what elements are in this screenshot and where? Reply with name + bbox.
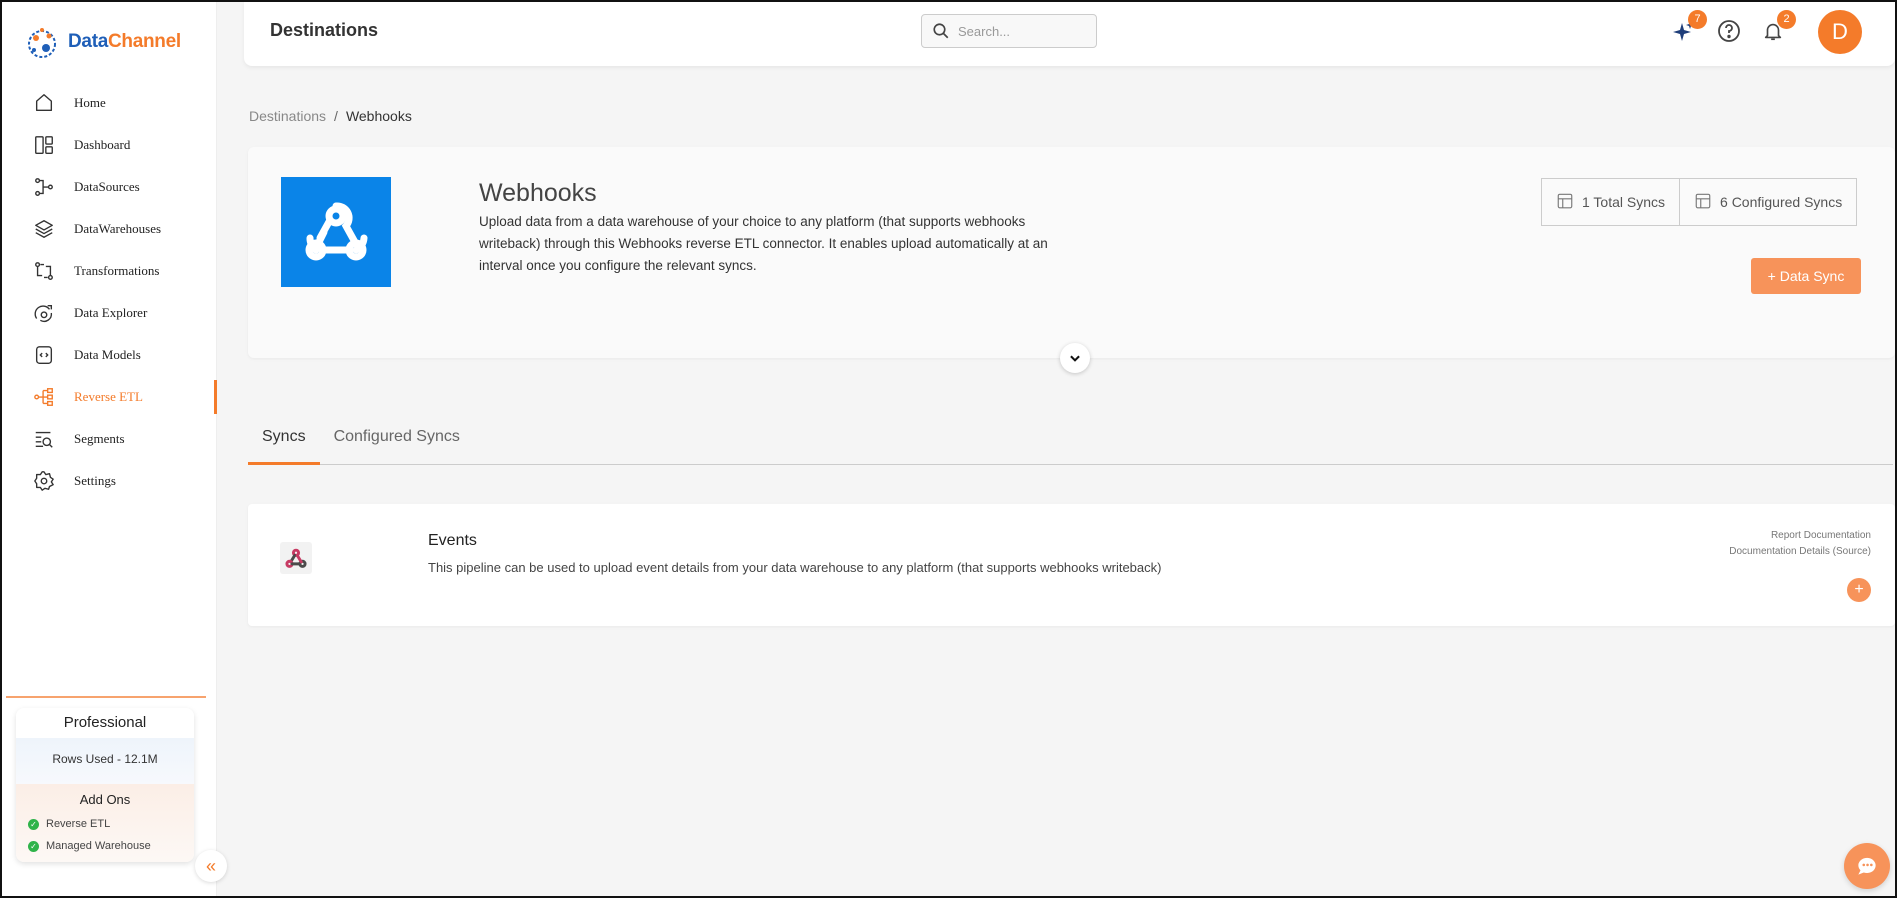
webhooks-icon — [305, 202, 368, 261]
breadcrumb: Destinations / Webhooks — [249, 108, 412, 124]
sidebar-item-label: DataSources — [74, 179, 140, 194]
double-chevron-left-icon: « — [205, 855, 216, 876]
segments-icon — [32, 427, 56, 451]
sidebar-item-label: Reverse ETL — [74, 389, 143, 404]
sync-title: Events — [428, 532, 477, 549]
check-icon: ✓ — [28, 818, 39, 830]
help-button[interactable] — [1716, 18, 1742, 44]
transform-icon — [32, 259, 56, 283]
addon-item: ✓ Reverse ETL — [16, 813, 194, 835]
configured-syncs-stat: 6 Configured Syncs — [1680, 178, 1858, 226]
reverse-etl-icon — [32, 385, 56, 409]
tab-configured-syncs[interactable]: Configured Syncs — [320, 415, 474, 465]
configured-syncs-label: 6 Configured Syncs — [1720, 194, 1843, 210]
models-icon — [32, 343, 56, 367]
ai-sparkle-button[interactable]: 7 — [1671, 10, 1707, 44]
rows-used: Rows Used - 12.1M — [16, 738, 194, 784]
gear-icon — [32, 469, 56, 493]
datachannel-logo-icon — [28, 28, 56, 58]
table-icon — [1694, 192, 1712, 213]
sidebar-item-reverse-etl[interactable]: Reverse ETL — [2, 376, 217, 418]
sidebar-item-dashboard[interactable]: Dashboard — [2, 124, 217, 166]
sidebar-item-label: Home — [74, 95, 106, 110]
sidebar-item-datasources[interactable]: DataSources — [2, 166, 217, 208]
explorer-icon — [32, 301, 56, 325]
sidebar-item-home[interactable]: Home — [2, 82, 217, 124]
sidebar-item-label: DataWarehouses — [74, 221, 162, 236]
sidebar-item-label: Dashboard — [74, 137, 131, 152]
sidebar-item-label: Settings — [74, 473, 116, 488]
user-avatar[interactable]: D — [1818, 10, 1862, 54]
plan-card: Professional Rows Used - 12.1M Add Ons ✓… — [16, 708, 194, 862]
add-data-sync-button[interactable]: + Data Sync — [1751, 258, 1861, 294]
sidebar: DataChannel Home Dashboard DataSources D… — [2, 2, 217, 896]
sparkle-badge: 7 — [1688, 10, 1707, 29]
connector-title: Webhooks — [479, 179, 597, 207]
layers-icon — [32, 217, 56, 241]
home-icon — [32, 91, 56, 115]
breadcrumb-separator: / — [334, 108, 338, 124]
addons-section: Add Ons ✓ Reverse ETL ✓ Managed Warehous… — [16, 784, 194, 862]
sidebar-item-label: Transformations — [74, 263, 160, 278]
breadcrumb-link-destinations[interactable]: Destinations — [249, 108, 326, 124]
addons-title: Add Ons — [79, 792, 131, 807]
datasources-icon — [32, 175, 56, 199]
expand-details-button[interactable] — [1060, 343, 1090, 373]
sidebar-item-segments[interactable]: Segments — [2, 418, 217, 460]
brand-name: DataChannel — [68, 31, 181, 52]
search-box[interactable] — [921, 14, 1097, 48]
sidebar-item-data-models[interactable]: Data Models — [2, 334, 217, 376]
app-window: DataChannel Home Dashboard DataSources D… — [0, 0, 1897, 898]
search-input[interactable] — [958, 23, 1078, 39]
total-syncs-label: 1 Total Syncs — [1582, 194, 1666, 210]
notifications-button[interactable]: 2 — [1760, 10, 1796, 44]
check-icon: ✓ — [28, 840, 39, 852]
sync-webhooks-logo — [280, 542, 312, 574]
help-icon — [1718, 20, 1740, 42]
addon-label: Managed Warehouse — [46, 840, 151, 852]
webhooks-logo — [281, 177, 391, 287]
sidebar-nav: Home Dashboard DataSources DataWarehouse… — [2, 82, 217, 502]
collapse-sidebar-button[interactable]: « — [195, 850, 227, 882]
add-sync-button[interactable]: + — [1847, 578, 1871, 602]
top-header: Destinations 7 2 D — [244, 2, 1895, 66]
sync-card[interactable]: Events This pipeline can be used to uplo… — [248, 504, 1895, 626]
tab-syncs[interactable]: Syncs — [248, 415, 320, 465]
table-icon — [1556, 192, 1574, 213]
sync-description: This pipeline can be used to upload even… — [428, 560, 1162, 575]
page-title: Destinations — [270, 20, 379, 40]
sync-tabs: Syncs Configured Syncs — [248, 415, 1893, 465]
chat-icon — [1858, 857, 1876, 875]
plan-title: Professional — [63, 714, 147, 731]
chat-support-button[interactable] — [1844, 843, 1890, 889]
sidebar-item-settings[interactable]: Settings — [2, 460, 217, 502]
sidebar-item-label: Data Models — [74, 347, 141, 362]
connector-description: Upload data from a data warehouse of you… — [479, 214, 1048, 273]
sidebar-item-label: Segments — [74, 431, 125, 446]
sidebar-item-data-explorer[interactable]: Data Explorer — [2, 292, 217, 334]
documentation-details-link[interactable]: Documentation Details (Source) — [1729, 544, 1871, 560]
addon-label: Reverse ETL — [46, 818, 111, 830]
breadcrumb-current: Webhooks — [345, 108, 412, 124]
dashboard-icon — [32, 133, 56, 157]
webhooks-icon — [285, 548, 307, 568]
chevron-down-icon — [1070, 355, 1080, 362]
logo[interactable]: DataChannel — [24, 22, 181, 62]
sidebar-item-transformations[interactable]: Transformations — [2, 250, 217, 292]
sidebar-divider — [6, 696, 206, 698]
notification-badge: 2 — [1777, 10, 1796, 29]
total-syncs-stat: 1 Total Syncs — [1541, 178, 1681, 226]
sync-stats: 1 Total Syncs 6 Configured Syncs — [1541, 178, 1858, 226]
addon-item: ✓ Managed Warehouse — [16, 835, 194, 857]
connector-header-card: Webhooks Upload data from a data warehou… — [248, 147, 1895, 373]
sidebar-item-label: Data Explorer — [74, 305, 148, 320]
sidebar-item-datawarehouses[interactable]: DataWarehouses — [2, 208, 217, 250]
sync-doc-links: Report Documentation Documentation Detai… — [1729, 528, 1871, 560]
search-icon — [933, 23, 949, 39]
report-documentation-link[interactable]: Report Documentation — [1729, 528, 1871, 544]
